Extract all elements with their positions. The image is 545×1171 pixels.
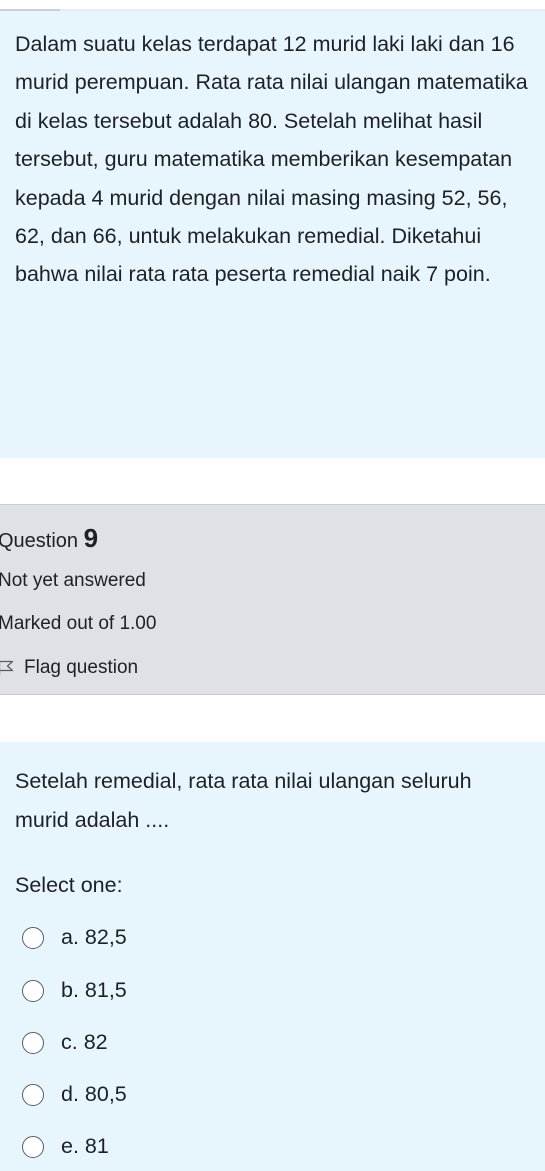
answer-option-c[interactable]: c. 82 [22,1030,108,1055]
question-heading-label: Question [0,530,79,552]
flag-icon [0,660,14,676]
radio-button[interactable] [22,1135,44,1158]
context-panel: Dalam suatu kelas terdapat 12 murid laki… [0,11,545,458]
question-number: 9 [83,523,99,553]
spacer [0,695,545,742]
spacer [0,458,545,504]
answer-option-e[interactable]: e. 81 [22,1134,109,1159]
flag-question-link[interactable]: Flag question [0,657,138,679]
answer-label: a. 82,5 [61,925,127,949]
answer-option-b[interactable]: b. 81,5 [22,978,127,1003]
answer-label: c. 82 [61,1030,108,1054]
answer-label: e. 81 [61,1134,109,1158]
answer-option-a[interactable]: a. 82,5 [22,925,127,950]
answer-prompt: Select one: [15,873,123,897]
radio-button[interactable] [22,1031,44,1054]
radio-button[interactable] [22,979,44,1002]
question-heading: Question 9 [0,523,98,554]
answer-label: d. 80,5 [61,1082,127,1106]
context-text: Dalam suatu kelas terdapat 12 murid laki… [15,32,528,287]
answer-label: b. 81,5 [61,978,127,1002]
flag-question-label: Flag question [24,657,139,678]
question-info-panel: Question 9 Not yet answered Marked out o… [0,504,545,695]
top-spacer [0,0,545,9]
answer-option-d[interactable]: d. 80,5 [22,1082,127,1107]
question-grade: Marked out of 1.00 [0,613,157,634]
radio-button[interactable] [22,926,44,949]
radio-button[interactable] [22,1083,44,1106]
question-panel: Setelah remedial, rata rata nilai ulanga… [0,742,545,1171]
question-text: Setelah remedial, rata rata nilai ulanga… [15,769,472,832]
question-state: Not yet answered [0,570,146,591]
